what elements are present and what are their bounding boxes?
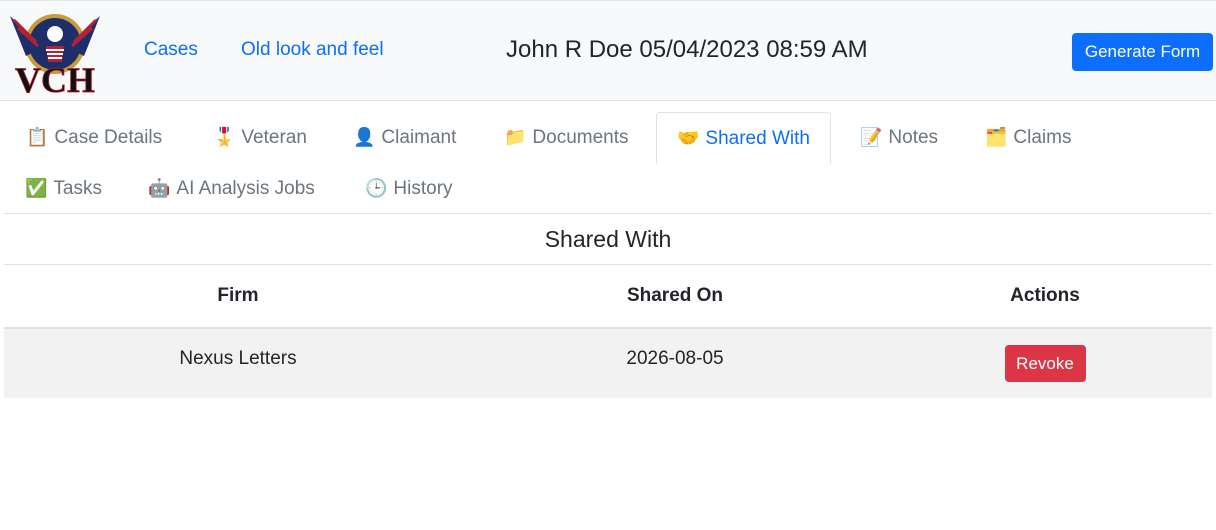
- tab-documents[interactable]: 📁 Documents: [484, 112, 649, 162]
- tab-case-details[interactable]: 📋 Case Details: [6, 112, 182, 162]
- nav-cases-link[interactable]: Cases: [144, 39, 198, 61]
- tab-tasks[interactable]: ✅ Tasks: [5, 163, 122, 213]
- tab-label: Claims: [1013, 127, 1072, 148]
- card-index-icon: 🗂️: [985, 127, 1008, 147]
- tab-label: Documents: [532, 127, 629, 148]
- app-header: VCH Cases Old look and feel John R Doe 0…: [0, 0, 1216, 101]
- tab-label: Claimant: [381, 127, 457, 148]
- actions-cell: Revoke: [878, 328, 1212, 398]
- person-icon: 👤: [353, 127, 376, 147]
- shared-with-table: Firm Shared On Actions Nexus Letters 202…: [4, 265, 1212, 398]
- firm-cell: Nexus Letters: [4, 328, 472, 398]
- tab-claims[interactable]: 🗂️ Claims: [965, 112, 1091, 162]
- shared-on-cell: 2026-08-05: [472, 328, 878, 398]
- tab-veteran[interactable]: 🎖️ Veteran: [193, 112, 327, 162]
- table-header-row: Firm Shared On Actions: [4, 265, 1212, 329]
- panel-title: Shared With: [4, 214, 1212, 265]
- tab-ai-analysis-jobs[interactable]: 🤖 AI Analysis Jobs: [128, 163, 335, 213]
- clipboard-icon: 📋: [26, 127, 49, 147]
- handshake-icon: 🤝: [677, 128, 700, 148]
- revoke-button[interactable]: Revoke: [1004, 345, 1086, 382]
- tab-label: AI Analysis Jobs: [176, 178, 315, 199]
- memo-icon: 📝: [860, 127, 883, 147]
- tab-bar: 📋 Case Details 🎖️ Veteran 👤 Claimant 📁 Docum…: [4, 101, 1212, 214]
- nav-old-look-link[interactable]: Old look and feel: [241, 39, 384, 61]
- clock-icon: 🕒: [365, 178, 388, 198]
- tab-label: History: [393, 178, 453, 199]
- tab-label: Shared With: [705, 128, 810, 149]
- table-row: Nexus Letters 2026-08-05 Revoke: [4, 328, 1212, 398]
- tab-label: Tasks: [53, 178, 102, 199]
- column-header-actions: Actions: [878, 265, 1212, 329]
- tab-notes[interactable]: 📝 Notes: [840, 112, 958, 162]
- robot-icon: 🤖: [148, 178, 171, 198]
- tab-claimant[interactable]: 👤 Claimant: [333, 112, 476, 162]
- column-header-shared-on: Shared On: [472, 265, 878, 329]
- medal-icon: 🎖️: [213, 127, 236, 147]
- svg-text:VCH: VCH: [15, 60, 95, 98]
- page-title: John R Doe 05/04/2023 08:59 AM: [506, 36, 868, 63]
- tab-shared-with[interactable]: 🤝 Shared With: [656, 112, 831, 164]
- check-icon: ✅: [25, 178, 48, 198]
- generate-form-button[interactable]: Generate Form: [1072, 33, 1213, 71]
- folder-icon: 📁: [504, 127, 527, 147]
- tab-label: Notes: [888, 127, 939, 148]
- tab-label: Veteran: [241, 127, 307, 148]
- tab-history[interactable]: 🕒 History: [345, 163, 473, 213]
- vch-logo: VCH: [10, 14, 100, 98]
- tab-label: Case Details: [54, 127, 163, 148]
- column-header-firm: Firm: [4, 265, 472, 329]
